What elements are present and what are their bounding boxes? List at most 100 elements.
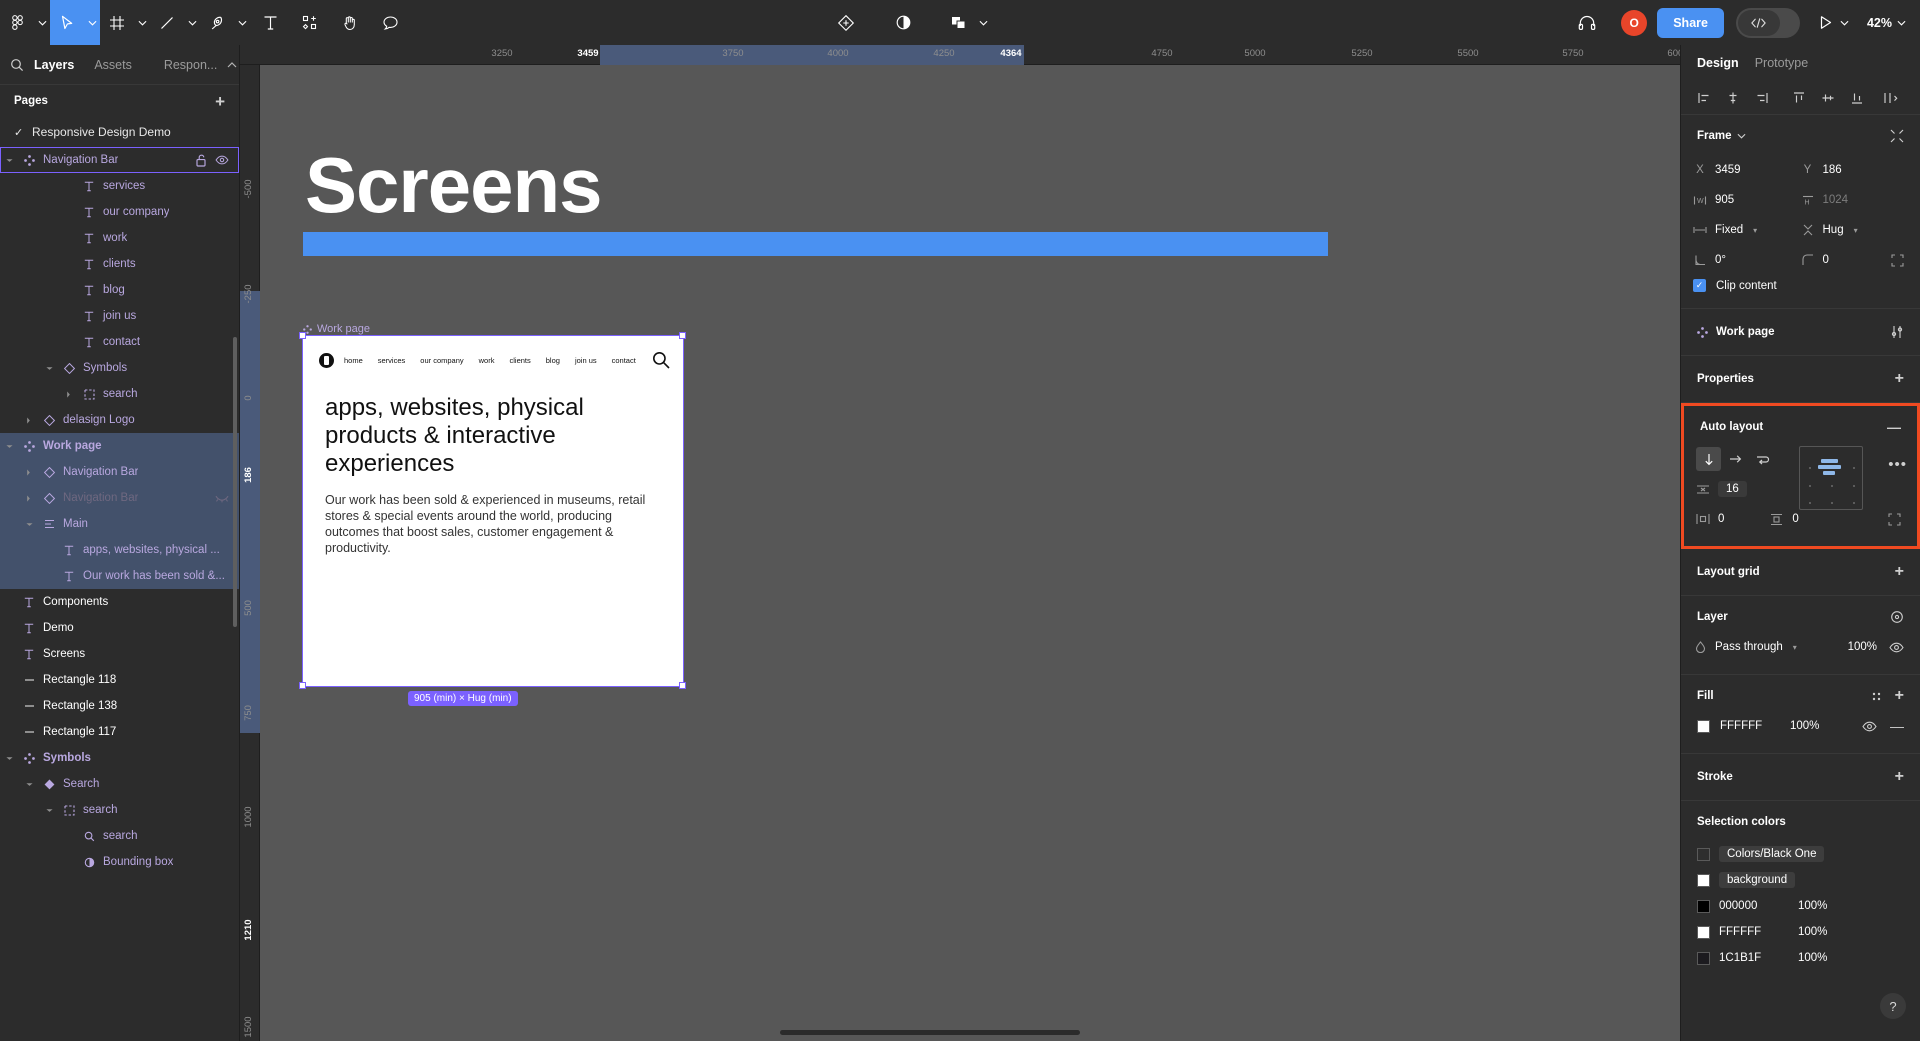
layer-row[interactable]: apps, websites, physical ...: [0, 537, 239, 563]
distribute-icon[interactable]: [1877, 84, 1906, 112]
question-mark-icon[interactable]: ?: [1880, 993, 1906, 1019]
blend-mode-value[interactable]: Pass through: [1715, 641, 1783, 653]
layer-row[interactable]: delasign Logo: [0, 407, 239, 433]
align-right-icon[interactable]: [1747, 84, 1776, 112]
text-tool-icon[interactable]: [250, 0, 290, 45]
clip-content-checkbox[interactable]: ✓: [1693, 279, 1706, 292]
selection-color-swatch[interactable]: [1697, 873, 1710, 887]
canvas-blue-rectangle[interactable]: [303, 232, 1328, 256]
align-vertical-center-icon[interactable]: [1813, 84, 1842, 112]
tab-layers[interactable]: Layers: [24, 45, 84, 85]
twisty-right-icon[interactable]: [26, 416, 40, 424]
search-icon[interactable]: [651, 350, 671, 370]
search-icon[interactable]: [10, 58, 24, 72]
chevron-down-icon[interactable]: [1737, 133, 1746, 139]
plus-icon[interactable]: +: [1895, 564, 1904, 580]
selection-color-swatch[interactable]: [1697, 925, 1710, 939]
layer-row[interactable]: contact: [0, 329, 239, 355]
resize-handle-top-right[interactable]: [679, 332, 686, 339]
mock-nav-link-blog[interactable]: blog: [546, 356, 560, 365]
minus-icon[interactable]: —: [1887, 420, 1901, 434]
twisty-down-icon[interactable]: [6, 756, 20, 761]
align-left-icon[interactable]: [1689, 84, 1718, 112]
mock-nav-link-home[interactable]: home: [344, 356, 363, 365]
chevron-up-icon[interactable]: [227, 61, 241, 68]
frame-x-field[interactable]: X 3459: [1693, 164, 1801, 176]
mock-nav-link-join-us[interactable]: join us: [575, 356, 597, 365]
layer-row[interactable]: Main: [0, 511, 239, 537]
selection-color-row[interactable]: Colors/Black One: [1681, 841, 1920, 867]
zoom-caret-icon[interactable]: [1897, 20, 1906, 26]
layer-row[interactable]: Components: [0, 589, 239, 615]
layer-row[interactable]: Navigation Bar: [0, 459, 239, 485]
alignment-grid[interactable]: [1799, 446, 1863, 510]
more-options-icon[interactable]: •••: [1888, 456, 1907, 473]
tab-assets[interactable]: Assets: [84, 45, 142, 85]
individual-padding-icon[interactable]: [1888, 512, 1905, 526]
plus-icon[interactable]: +: [215, 93, 225, 110]
boolean-union-button[interactable]: [942, 0, 992, 45]
layer-row[interactable]: blog: [0, 277, 239, 303]
frame-height-field[interactable]: H 1024: [1801, 194, 1909, 206]
layer-row[interactable]: Symbols: [0, 355, 239, 381]
selection-color-swatch[interactable]: [1697, 951, 1710, 965]
boolean-union-icon[interactable]: [942, 0, 976, 45]
frame-tool-button[interactable]: [100, 0, 150, 45]
twisty-down-icon[interactable]: [6, 158, 20, 163]
layer-row[interactable]: Search: [0, 771, 239, 797]
tab-design[interactable]: Design: [1697, 56, 1739, 70]
mock-nav-link-clients[interactable]: clients: [509, 356, 530, 365]
shape-line-tool-button[interactable]: [150, 0, 200, 45]
figma-menu-caret-icon[interactable]: [34, 0, 50, 45]
layer-row[interactable]: Rectangle 138: [0, 693, 239, 719]
layer-row[interactable]: Symbols: [0, 745, 239, 771]
rotation-field[interactable]: 0°: [1693, 254, 1801, 266]
resize-handle-top-left[interactable]: [299, 332, 306, 339]
artboard-work-page[interactable]: home services our company work clients b…: [302, 335, 684, 687]
minus-icon[interactable]: —: [1890, 719, 1904, 733]
figma-menu-icon[interactable]: [0, 0, 34, 45]
eye-icon[interactable]: [215, 155, 229, 165]
dev-mode-toggle[interactable]: [1735, 7, 1800, 38]
layer-row[interactable]: Rectangle 117: [0, 719, 239, 745]
selection-color-swatch[interactable]: [1697, 899, 1710, 913]
present-button[interactable]: [1818, 15, 1849, 30]
eye-icon[interactable]: [1862, 721, 1877, 732]
artboard-title[interactable]: Work page: [303, 323, 370, 335]
frame-tool-caret-icon[interactable]: [134, 0, 150, 45]
twisty-down-icon[interactable]: [26, 782, 40, 787]
layer-row[interactable]: join us: [0, 303, 239, 329]
move-tool-caret-icon[interactable]: [84, 0, 100, 45]
variant-settings-icon[interactable]: [1890, 325, 1904, 339]
resize-handle-bottom-left[interactable]: [299, 682, 306, 689]
headphones-icon[interactable]: [1567, 0, 1607, 45]
vertical-direction-icon[interactable]: [1696, 447, 1721, 471]
layer-row[interactable]: Our work has been sold &...: [0, 563, 239, 589]
selection-color-row[interactable]: 1C1B1F 100%: [1681, 945, 1920, 971]
layer-row[interactable]: Rectangle 118: [0, 667, 239, 693]
plus-icon[interactable]: +: [1895, 688, 1904, 704]
comment-tool-icon[interactable]: [370, 0, 410, 45]
eye-closed-icon[interactable]: [215, 494, 229, 503]
horizontal-resizing-select[interactable]: Fixed ▾: [1693, 224, 1801, 236]
chevron-down-icon[interactable]: ▾: [1793, 643, 1797, 652]
align-top-icon[interactable]: [1784, 84, 1813, 112]
blend-mode-select[interactable]: Pass through ▾: [1693, 641, 1818, 653]
styles-grid-icon[interactable]: [1870, 690, 1883, 703]
chevron-down-icon[interactable]: ▾: [1854, 226, 1858, 235]
mock-nav-link-work[interactable]: work: [479, 356, 495, 365]
layer-row[interactable]: clients: [0, 251, 239, 277]
layer-row[interactable]: services: [0, 173, 239, 199]
code-brackets-icon[interactable]: [1737, 9, 1780, 36]
layer-row[interactable]: Navigation Bar: [0, 485, 239, 511]
page-item-responsive-design-demo[interactable]: ✓ Responsive Design Demo: [0, 117, 239, 147]
wrap-direction-icon[interactable]: [1750, 447, 1775, 471]
vertical-ruler[interactable]: -500 -250 0 186 500 750 1000 1210 1500: [240, 65, 260, 1041]
frame-width-value[interactable]: 905: [1715, 194, 1734, 206]
mock-nav-link-our-company[interactable]: our company: [420, 356, 463, 365]
clip-content-row[interactable]: ✓ Clip content: [1681, 275, 1920, 296]
tab-responsive[interactable]: Respon...: [142, 45, 228, 85]
selection-color-row[interactable]: FFFFFF 100%: [1681, 919, 1920, 945]
layer-row[interactable]: Work page: [0, 433, 239, 459]
vertical-padding-value[interactable]: 0: [1792, 513, 1798, 525]
